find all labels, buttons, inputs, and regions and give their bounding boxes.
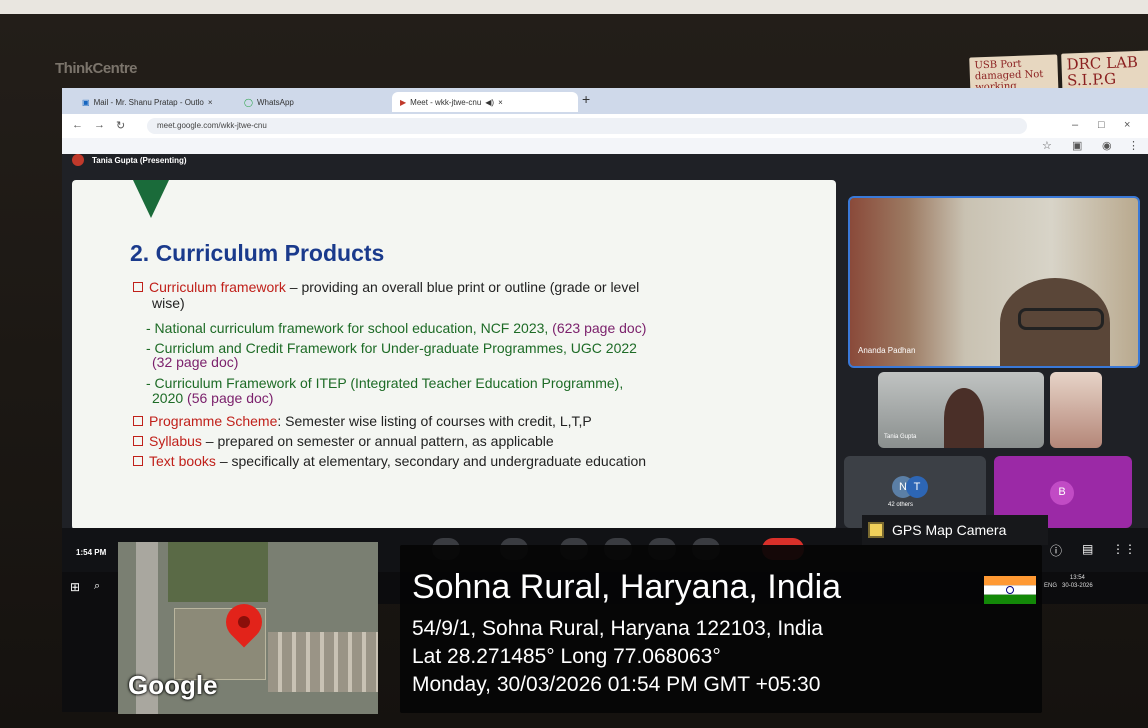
address-bar: ← → ↻ meet.google.com/wkk-jtwe-cnu – □ × xyxy=(62,114,1148,139)
presenter-avatar xyxy=(72,154,84,166)
slide-item-cont: wise) xyxy=(152,295,185,311)
map-field xyxy=(168,542,268,602)
tab-meet[interactable]: ▶ Meet - wkk-jtwe-cnu ◀) × xyxy=(392,92,578,112)
slide-subitem-note: (32 page doc) xyxy=(152,354,239,370)
avatar: T xyxy=(906,476,928,498)
close-window-icon[interactable]: × xyxy=(1124,119,1130,131)
new-tab-button[interactable]: + xyxy=(582,91,590,107)
slide-item: Text books – specifically at elementary,… xyxy=(133,453,646,469)
bullet-icon xyxy=(133,416,143,426)
maximize-icon[interactable]: □ xyxy=(1098,119,1105,131)
url-input[interactable]: meet.google.com/wkk-jtwe-cnu xyxy=(147,118,1027,134)
slide-item: Curriculum framework – providing an over… xyxy=(133,279,639,295)
bullet-icon xyxy=(133,456,143,466)
participant-video xyxy=(944,388,984,448)
location-pin-dot xyxy=(238,616,250,628)
gps-datetime: Monday, 30/03/2026 01:54 PM GMT +05:30 xyxy=(412,673,821,696)
participant-tile-main[interactable] xyxy=(848,196,1140,368)
tray-date: 30-03-2026 xyxy=(1062,583,1093,589)
minimize-icon[interactable]: – xyxy=(1072,119,1078,131)
presenter-label: Tania Gupta (Presenting) xyxy=(92,155,187,165)
slide-subitem: 2020 (56 page doc) xyxy=(152,390,274,406)
extension-icon[interactable]: ▣ xyxy=(1072,139,1082,152)
info-icon[interactable]: ⓘ xyxy=(1050,542,1062,559)
windows-start-icon[interactable]: ⊞ xyxy=(70,580,80,594)
mail-icon: ▣ xyxy=(82,97,90,107)
participant-tile[interactable] xyxy=(1050,372,1102,448)
participant-glasses xyxy=(1018,308,1104,330)
participant-name: Ananda Padhan xyxy=(858,346,916,355)
slide-item: Syllabus – prepared on semester or annua… xyxy=(133,433,554,449)
chat-icon[interactable]: ▤ xyxy=(1082,542,1093,556)
slide-item: Programme Scheme: Semester wise listing … xyxy=(133,413,592,429)
system-tray: ENG 13:54 30-03-2026 xyxy=(1044,574,1093,590)
back-icon[interactable]: ← xyxy=(72,119,83,131)
star-icon[interactable]: ☆ xyxy=(1042,139,1052,152)
activities-icon[interactable]: ⋮⋮ xyxy=(1112,542,1136,556)
tab-label: Meet - wkk-jtwe-cnu xyxy=(410,97,482,107)
gps-camera-badge: GPS Map Camera xyxy=(862,515,1048,545)
slide-decoration xyxy=(133,180,169,218)
slide-subitem: - Curriculum Framework of ITEP (Integrat… xyxy=(146,375,624,391)
gps-location-title: Sohna Rural, Haryana, India xyxy=(412,568,842,606)
reload-icon[interactable]: ↻ xyxy=(116,119,125,132)
menu-icon[interactable]: ⋮ xyxy=(1128,139,1139,152)
whatsapp-icon: ◯ xyxy=(244,97,253,107)
tab-label: Mail - Mr. Shanu Pratap - Outlo xyxy=(93,97,204,107)
search-icon[interactable]: ⌕ xyxy=(94,580,100,593)
browser-tab-bar: ▣ Mail - Mr. Shanu Pratap - Outlo × ◯ Wh… xyxy=(62,88,1148,114)
avatar: B xyxy=(1050,481,1074,505)
profile-icon[interactable]: ◉ xyxy=(1102,139,1112,152)
tab-outlook[interactable]: ▣ Mail - Mr. Shanu Pratap - Outlo × xyxy=(74,92,240,112)
slide-title: 2. Curriculum Products xyxy=(130,240,385,266)
meeting-time: 1:54 PM xyxy=(76,548,107,557)
presenter-bar: Tania Gupta (Presenting) xyxy=(72,150,332,170)
india-flag-icon xyxy=(984,576,1036,604)
gps-coordinates: Lat 28.271485° Long 77.068063° xyxy=(412,645,721,668)
gps-camera-icon xyxy=(868,522,884,538)
photo-background xyxy=(0,0,1148,14)
close-icon[interactable]: × xyxy=(498,98,503,107)
map-thumbnail: Google xyxy=(118,542,378,714)
taskbar-left: ⊞ ⌕ xyxy=(62,572,118,712)
tab-label: WhatsApp xyxy=(256,97,294,107)
monitor-brand: ThinkCentre xyxy=(55,60,138,77)
google-logo: Google xyxy=(128,670,218,700)
meet-icon: ▶ xyxy=(400,97,407,107)
forward-icon[interactable]: → xyxy=(94,119,105,131)
map-buildings xyxy=(268,632,378,692)
tray-time: 13:54 xyxy=(1069,575,1085,581)
participant-name: Tania Gupta xyxy=(884,434,917,440)
others-count: 42 others xyxy=(888,502,914,508)
close-icon[interactable]: × xyxy=(208,98,213,107)
gps-address: 54/9/1, Sohna Rural, Haryana 122103, Ind… xyxy=(412,617,823,640)
gps-camera-label: GPS Map Camera xyxy=(892,522,1007,538)
bullet-icon xyxy=(133,282,143,292)
bullet-icon xyxy=(133,436,143,446)
language-indicator[interactable]: ENG xyxy=(1044,583,1057,589)
audio-icon[interactable]: ◀) xyxy=(485,98,494,107)
slide-subitem: - National curriculum framework for scho… xyxy=(146,320,647,336)
